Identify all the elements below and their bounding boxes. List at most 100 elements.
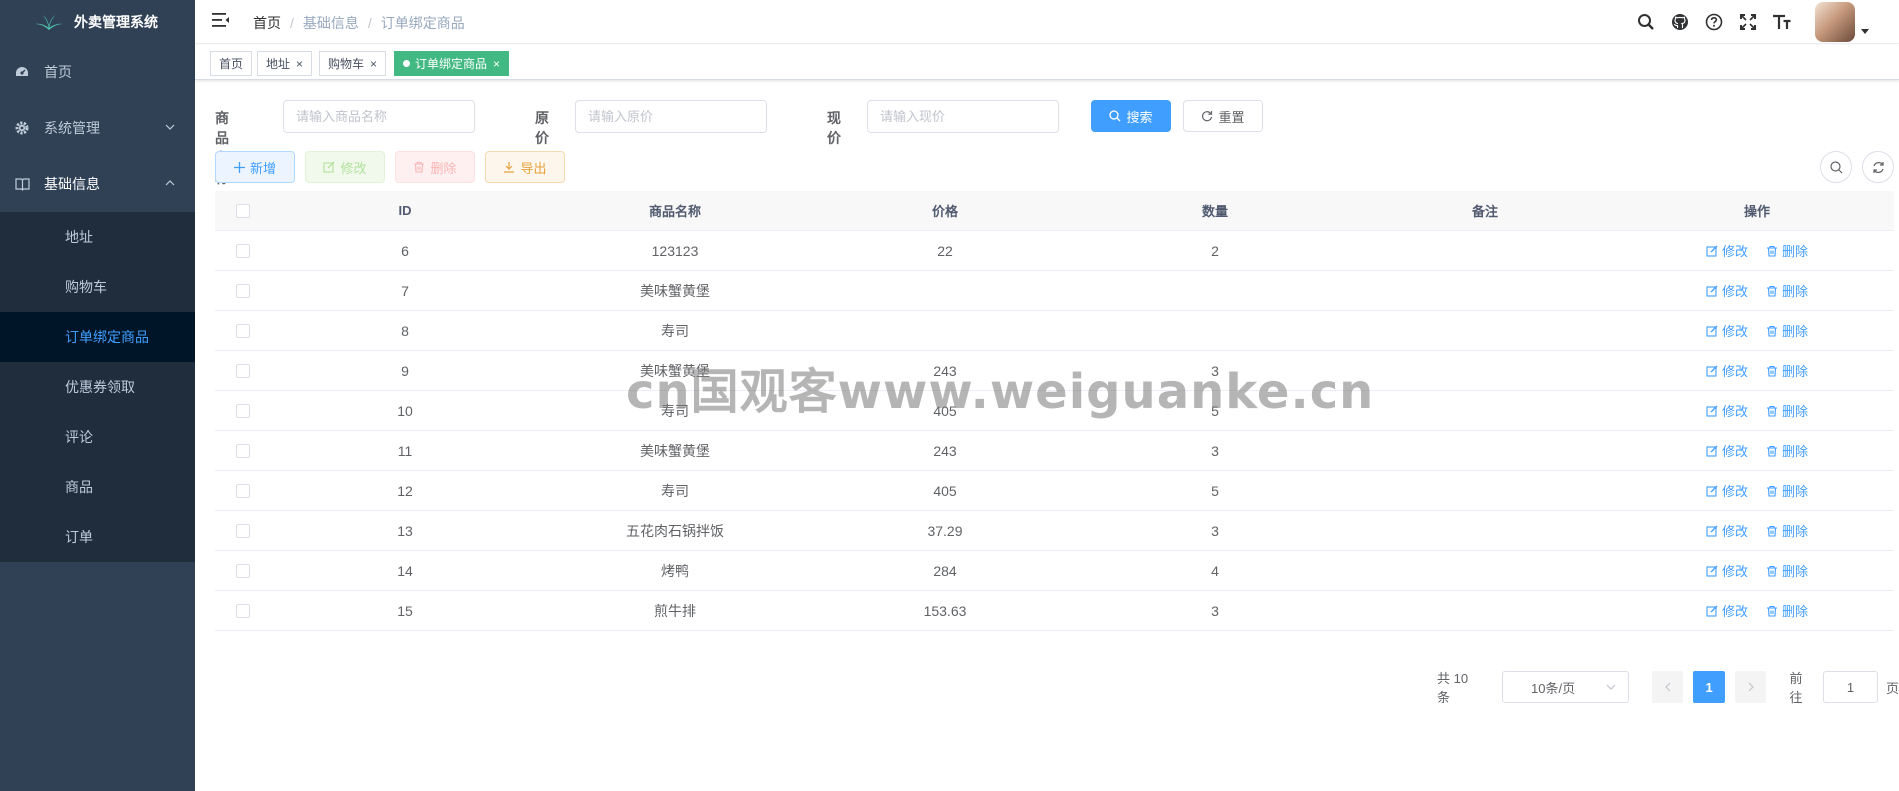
cell-name: 煎牛排 xyxy=(654,602,696,619)
row-checkbox[interactable] xyxy=(235,603,250,618)
row-edit-link[interactable]: 修改 xyxy=(1706,441,1748,460)
row-edit-link[interactable]: 修改 xyxy=(1706,241,1748,260)
help-icon[interactable] xyxy=(1697,13,1731,31)
edit-icon xyxy=(1706,565,1718,577)
row-delete-link[interactable]: 删除 xyxy=(1766,321,1808,340)
search-button[interactable]: 搜索 xyxy=(1091,100,1171,132)
breadcrumb-home[interactable]: 首页 xyxy=(253,15,281,31)
row-edit-link[interactable]: 修改 xyxy=(1706,481,1748,500)
row-checkbox[interactable] xyxy=(235,243,250,258)
row-delete-link[interactable]: 删除 xyxy=(1766,601,1808,620)
add-button[interactable]: 新增 xyxy=(215,151,295,183)
edit-icon xyxy=(1706,605,1718,617)
cell-quantity: 3 xyxy=(1211,442,1219,459)
breadcrumb-basic-info[interactable]: 基础信息 xyxy=(303,15,359,31)
row-edit-label: 修改 xyxy=(1721,364,1748,379)
row-edit-link[interactable]: 修改 xyxy=(1706,521,1748,540)
close-icon[interactable]: × xyxy=(296,57,303,71)
row-checkbox[interactable] xyxy=(235,443,250,458)
row-edit-link[interactable]: 修改 xyxy=(1706,321,1748,340)
cell-name: 美味蟹黄堡 xyxy=(640,442,710,459)
sidebar-item-address[interactable]: 地址 xyxy=(0,212,195,262)
table-row: 8 寿司 修改 删除 xyxy=(215,311,1894,351)
github-icon[interactable] xyxy=(1663,13,1697,31)
row-checkbox[interactable] xyxy=(235,403,250,418)
tag-home[interactable]: 首页 xyxy=(210,51,253,76)
original-price-input[interactable] xyxy=(575,100,767,133)
row-delete-link[interactable]: 删除 xyxy=(1766,481,1808,500)
sidebar-item-comment[interactable]: 评论 xyxy=(0,412,195,462)
prev-page-button[interactable] xyxy=(1651,671,1684,703)
page-number-button[interactable]: 1 xyxy=(1693,671,1725,703)
toggle-search-button[interactable] xyxy=(1820,151,1852,183)
sidebar-item-order[interactable]: 订单 xyxy=(0,512,195,562)
select-all-checkbox[interactable] xyxy=(235,203,250,218)
row-delete-link[interactable]: 删除 xyxy=(1766,521,1808,540)
row-edit-label: 修改 xyxy=(1721,524,1748,539)
avatar[interactable] xyxy=(1815,2,1855,42)
select-all-cell xyxy=(215,203,270,218)
row-actions: 修改 删除 xyxy=(1620,561,1894,580)
row-checkbox[interactable] xyxy=(235,283,250,298)
export-button[interactable]: 导出 xyxy=(485,151,565,183)
row-checkbox[interactable] xyxy=(235,363,250,378)
refresh-button[interactable] xyxy=(1862,151,1894,183)
sidebar-item-basic-info[interactable]: 基础信息 xyxy=(0,156,195,212)
row-edit-link[interactable]: 修改 xyxy=(1706,401,1748,420)
cell-name: 烤鸭 xyxy=(661,562,689,579)
user-menu[interactable] xyxy=(1815,2,1869,42)
sidebar-item-goods[interactable]: 商品 xyxy=(0,462,195,512)
row-delete-label: 删除 xyxy=(1782,324,1809,339)
close-icon[interactable]: × xyxy=(493,57,500,71)
tag-cart[interactable]: 购物车 × xyxy=(319,51,387,76)
cell-name: 五花肉石锅拌饭 xyxy=(626,522,724,539)
row-checkbox[interactable] xyxy=(235,563,250,578)
hamburger-icon[interactable] xyxy=(212,12,230,31)
row-edit-link[interactable]: 修改 xyxy=(1706,361,1748,380)
cell-price: 405 xyxy=(933,402,957,419)
page-size-select[interactable]: 10条/页 xyxy=(1502,671,1629,703)
cell-price: 243 xyxy=(933,442,957,459)
row-edit-link[interactable]: 修改 xyxy=(1706,561,1748,580)
row-edit-link[interactable]: 修改 xyxy=(1706,601,1748,620)
search-icon[interactable] xyxy=(1629,13,1663,31)
current-price-input[interactable] xyxy=(867,100,1059,133)
cell-price: 243 xyxy=(933,362,957,379)
cell-price: 37.29 xyxy=(927,522,963,539)
edit-icon xyxy=(1706,405,1718,417)
tag-address[interactable]: 地址 × xyxy=(257,51,313,76)
sidebar-item-home[interactable]: 首页 xyxy=(0,44,195,100)
font-size-icon[interactable] xyxy=(1765,13,1799,31)
next-page-button[interactable] xyxy=(1734,671,1767,703)
table-body: 6 123123 22 2 修改 删除 7 美味蟹黄堡 修改 删除 8 寿司 修改 删除 9 美味蟹黄堡 243… xyxy=(215,231,1894,631)
row-delete-link[interactable]: 删除 xyxy=(1766,241,1808,260)
goto-page-input[interactable]: 1 xyxy=(1823,671,1878,703)
row-delete-link[interactable]: 删除 xyxy=(1766,441,1808,460)
edit-button[interactable]: 修改 xyxy=(305,151,385,183)
sidebar-item-order-goods[interactable]: 订单绑定商品 xyxy=(0,312,195,362)
row-delete-link[interactable]: 删除 xyxy=(1766,361,1808,380)
reset-button[interactable]: 重置 xyxy=(1183,100,1263,132)
page-goto: 前往 1 页 xyxy=(1789,668,1899,706)
chevron-left-icon xyxy=(1664,682,1670,692)
tag-order-goods[interactable]: 订单绑定商品 × xyxy=(394,51,510,76)
trash-icon xyxy=(1767,365,1777,377)
row-checkbox[interactable] xyxy=(235,523,250,538)
app-logo[interactable]: 外卖管理系统 xyxy=(0,0,195,44)
sidebar-item-cart[interactable]: 购物车 xyxy=(0,262,195,312)
delete-button[interactable]: 删除 xyxy=(395,151,475,183)
row-actions: 修改 删除 xyxy=(1620,401,1894,420)
close-icon[interactable]: × xyxy=(370,57,377,71)
row-checkbox[interactable] xyxy=(235,323,250,338)
table-row: 9 美味蟹黄堡 243 3 修改 删除 xyxy=(215,351,1894,391)
row-select-cell xyxy=(215,403,270,418)
name-input[interactable] xyxy=(283,100,475,133)
row-delete-link[interactable]: 删除 xyxy=(1766,401,1808,420)
row-checkbox[interactable] xyxy=(235,483,250,498)
row-edit-link[interactable]: 修改 xyxy=(1706,281,1748,300)
row-delete-link[interactable]: 删除 xyxy=(1766,281,1808,300)
sidebar-item-system[interactable]: 系统管理 xyxy=(0,100,195,156)
row-delete-link[interactable]: 删除 xyxy=(1766,561,1808,580)
sidebar-item-coupon[interactable]: 优惠券领取 xyxy=(0,362,195,412)
fullscreen-icon[interactable] xyxy=(1731,13,1765,31)
